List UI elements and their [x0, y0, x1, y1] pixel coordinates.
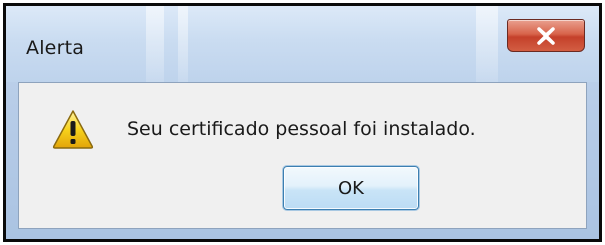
dialog-content: Seu certificado pessoal foi instalado. O…: [18, 82, 587, 229]
title-bar-glass-streak: [146, 6, 164, 82]
alert-dialog: Alerta Seu certificado pessoal foi insta…: [3, 3, 602, 242]
dialog-message: Seu certificado pessoal foi instalado.: [127, 118, 476, 140]
title-bar-glass-streak: [178, 6, 188, 82]
title-bar[interactable]: Alerta: [6, 6, 599, 82]
title-bar-glass-streak: [476, 6, 498, 82]
warning-icon: [51, 108, 95, 150]
dialog-title: Alerta: [26, 37, 85, 59]
close-button[interactable]: [507, 19, 585, 52]
ok-button[interactable]: OK: [283, 166, 419, 210]
close-icon: [535, 26, 557, 45]
